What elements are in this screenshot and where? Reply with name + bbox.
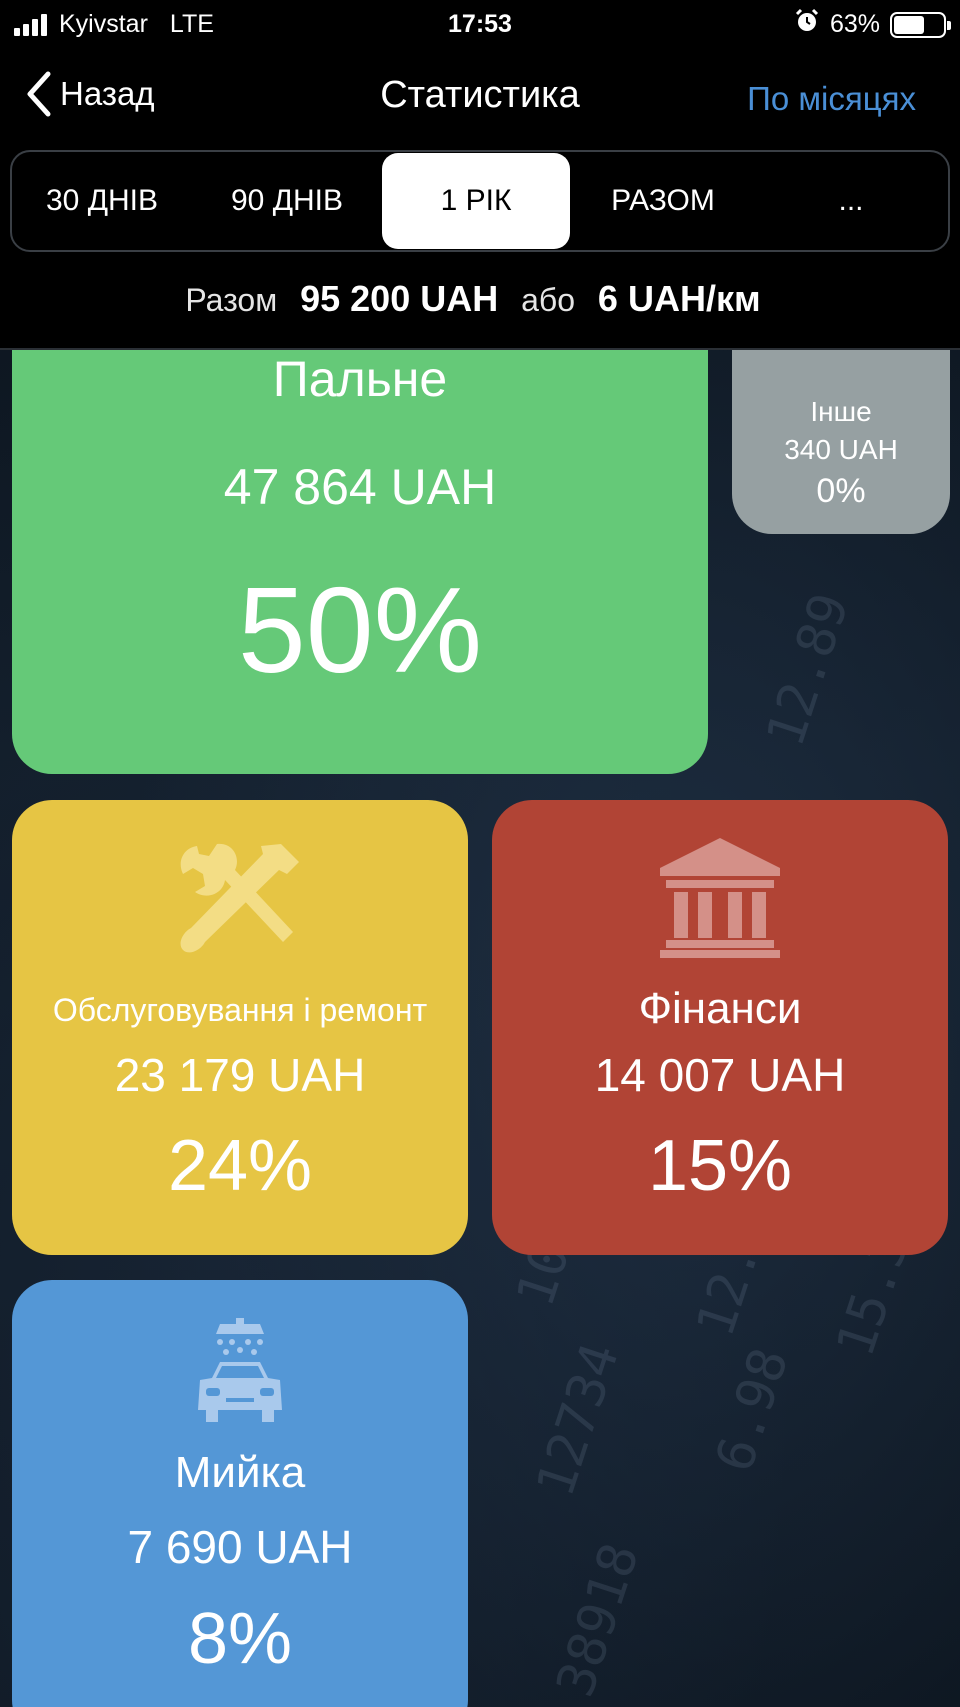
category-amount: 7 690 UAH [127, 1521, 353, 1573]
battery-percent: 63% [829, 10, 880, 38]
category-name: Мийка [174, 1448, 306, 1497]
category-amount: 340 UAH [784, 434, 898, 465]
category-name: Пальне [272, 351, 448, 407]
category-tile-service[interactable]: Обслуговування і ремонт 23 179 UAH 24% [12, 800, 468, 1255]
alarm-icon [794, 8, 820, 41]
category-amount: 23 179 UAH [114, 1049, 366, 1101]
wrench-screwdriver-icon [12, 838, 468, 958]
battery-icon [890, 11, 951, 38]
battery-fill [894, 15, 925, 34]
category-percent: 50% [237, 562, 483, 698]
category-percent: 8% [187, 1599, 293, 1679]
or-label: або [521, 282, 576, 318]
category-percent: 0% [816, 472, 866, 510]
background-number: 12.89 [755, 586, 861, 754]
category-amount: 14 007 UAH [594, 1049, 846, 1101]
category-name: Інше [810, 396, 872, 427]
category-tile-fuel[interactable]: Пальне 47 864 UAH 50% [12, 300, 708, 774]
total-value: 95 200 UAH [300, 278, 499, 319]
background-number: 6.98 [704, 1341, 801, 1479]
category-name: Фінанси [638, 984, 802, 1033]
segment-1-year[interactable]: 1 РІК [382, 153, 570, 249]
category-name: Обслуговування і ремонт [52, 992, 428, 1028]
bank-icon [492, 838, 948, 958]
totals-summary: Разом 95 200 UAH або 6 UAH/км [0, 278, 960, 320]
segment-more[interactable]: ... [756, 153, 946, 249]
category-amount: 47 864 UAH [223, 459, 497, 515]
category-percent: 15% [647, 1126, 793, 1206]
navigation-bar: Назад Статистика По місяцях [0, 60, 960, 140]
header: Kyivstar LTE 17:53 63% Назад Статистика … [0, 0, 960, 350]
category-percent: 24% [167, 1126, 313, 1206]
category-tile-wash[interactable]: Мийка 7 690 UAH 8% [12, 1280, 468, 1707]
background-number: 12734 [525, 1336, 631, 1504]
segment-30-days[interactable]: 30 ДНІВ [12, 153, 192, 249]
period-selector: 30 ДНІВ 90 ДНІВ 1 РІК РАЗОМ ... [10, 150, 950, 252]
total-label: Разом [185, 282, 278, 318]
background-number: 38918 [545, 1536, 651, 1704]
status-bar: Kyivstar LTE 17:53 63% [0, 0, 960, 48]
car-wash-icon [12, 1318, 468, 1438]
segment-total[interactable]: РАЗОМ [570, 153, 756, 249]
category-tile-other[interactable]: Інше 340 UAH 0% [732, 330, 950, 534]
by-months-button[interactable]: По місяцях [747, 80, 916, 118]
segment-90-days[interactable]: 90 ДНІВ [192, 153, 382, 249]
per-km-value: 6 UAH/км [597, 278, 761, 319]
category-tile-finance[interactable]: Фінанси 14 007 UAH 15% [492, 800, 948, 1255]
